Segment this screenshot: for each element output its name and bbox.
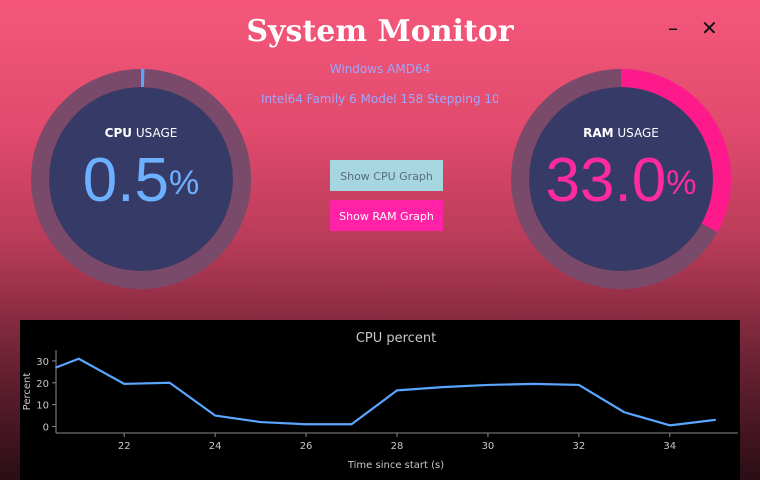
cpu-data-point [714, 419, 717, 421]
x-tick-label: 28 [391, 441, 404, 452]
y-tick-label: 30 [36, 357, 49, 368]
app-title: System Monitor [246, 14, 514, 49]
close-icon[interactable]: ✕ [701, 18, 718, 38]
ram-usage-gauge: RAM USAGE 33.0% [510, 68, 732, 290]
x-tick-label: 30 [482, 441, 495, 452]
cpu-data-point [487, 384, 489, 386]
x-tick-label: 34 [663, 441, 676, 452]
cpu-data-point [532, 383, 535, 385]
cpu-data-point [623, 411, 626, 414]
x-tick-label: 24 [209, 441, 222, 452]
ram-usage-value: 33.0% [545, 146, 697, 215]
cpu-data-point [214, 414, 216, 417]
x-tick-label: 26 [300, 441, 313, 452]
cpu-data-point [168, 381, 171, 384]
cpu-data-point [350, 423, 353, 426]
cpu-data-point [259, 421, 262, 423]
cpu-percent-chart: CPU percent 0 10 20 30 22 24 26 28 30 32 34 Time sin… [22, 331, 738, 471]
cpu-data-point [55, 366, 57, 369]
cpu-data-point [669, 424, 671, 427]
cpu-data-point [123, 383, 125, 385]
cpu-graph-panel: CPU percent 0 10 20 30 22 24 26 28 30 32 34 Time sin… [20, 320, 740, 480]
cpu-usage-value: 0.5% [82, 146, 200, 215]
cpu-usage-gauge: CPU USAGE 0.5% [30, 68, 252, 290]
cpu-data-point [396, 389, 398, 392]
show-cpu-graph-button[interactable]: Show CPU Graph [330, 160, 443, 191]
cpu-data-point [305, 423, 307, 426]
x-tick-label: 22 [118, 441, 131, 452]
y-tick-label: 10 [36, 401, 49, 412]
chart-title: CPU percent [356, 331, 436, 346]
cpu-data-point [77, 357, 80, 360]
show-ram-graph-button[interactable]: Show RAM Graph [330, 200, 443, 231]
y-tick-label: 20 [36, 379, 49, 390]
cpu-data-point [441, 386, 444, 388]
x-tick-label: 32 [572, 441, 585, 452]
minimize-icon[interactable]: – [668, 18, 678, 38]
x-axis-label: Time since start (s) [347, 460, 444, 471]
cpu-series-line [55, 357, 716, 427]
y-axis-label: Percent [22, 373, 33, 411]
cpu-data-point [578, 384, 580, 386]
cpu-usage-label: CPU USAGE [104, 126, 178, 140]
y-tick-label: 0 [43, 422, 49, 433]
processor-info: Intel64 Family 6 Model 158 Stepping 10, … [261, 92, 498, 106]
ram-usage-label: RAM USAGE [583, 126, 659, 140]
